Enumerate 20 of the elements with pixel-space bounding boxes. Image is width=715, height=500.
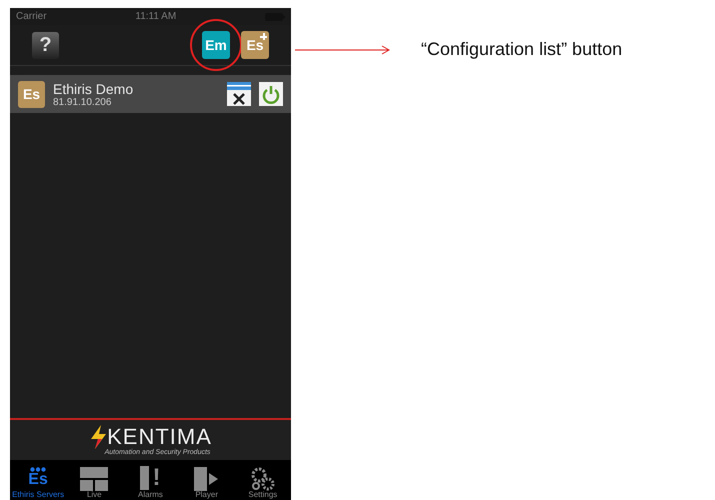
play-icon xyxy=(194,467,220,491)
tab[interactable]: Live xyxy=(66,467,122,500)
carrier-label: Carrier xyxy=(16,11,47,22)
tab[interactable]: Player xyxy=(178,467,235,500)
status-time: 11:11 AM xyxy=(135,11,176,22)
tab[interactable]: Es Ethiris Servers xyxy=(10,464,66,500)
power-icon[interactable] xyxy=(259,82,283,106)
server-name: Ethiris Demo xyxy=(53,80,134,96)
server-badge: Es xyxy=(18,80,45,108)
annotation-label: “Configuration list” button xyxy=(421,39,622,60)
highlight-circle xyxy=(189,18,243,72)
grid-icon xyxy=(80,467,108,491)
tab[interactable]: ! Alarms xyxy=(122,464,178,500)
server-address: 81.91.10.206 xyxy=(53,96,112,108)
lightning-icon xyxy=(89,424,108,448)
gears-icon xyxy=(250,467,276,491)
help-button[interactable]: ? xyxy=(32,32,59,58)
dots-icon xyxy=(30,467,46,472)
tab[interactable]: Settings xyxy=(234,467,291,500)
logo-name: KENTIMA xyxy=(107,426,212,448)
